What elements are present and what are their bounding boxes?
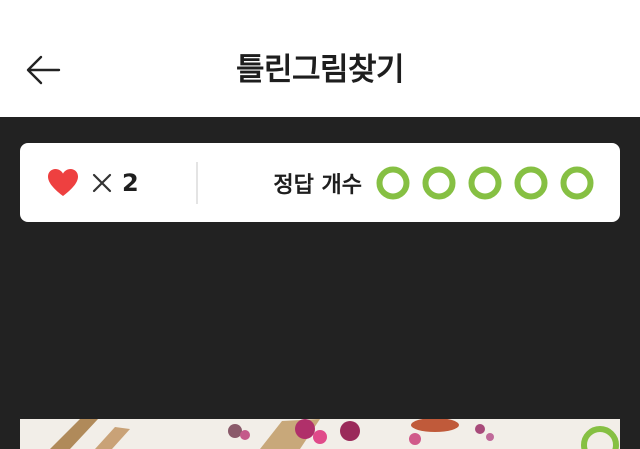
divider — [196, 162, 198, 204]
answer-slot-3-icon — [468, 166, 502, 200]
answer-slot-1-icon — [376, 166, 410, 200]
heart-icon — [48, 169, 78, 196]
app-header: 틀린그림찾기 — [0, 0, 640, 117]
answer-progress: 정답 개수 — [273, 163, 594, 203]
lives-counter: 2 — [47, 165, 139, 201]
answers-label: 정답 개수 — [273, 173, 362, 198]
answer-slot-5-icon — [560, 166, 594, 200]
lives-count: 2 — [122, 169, 139, 197]
answer-slot-2-icon — [422, 166, 456, 200]
page-title: 틀린그림찾기 — [235, 52, 405, 88]
puzzle-image-art — [20, 419, 620, 449]
puzzle-image[interactable] — [20, 419, 620, 449]
multiply-icon — [92, 173, 112, 193]
answer-slot-4-icon — [514, 166, 548, 200]
game-status-bar: 2 정답 개수 — [20, 143, 620, 222]
